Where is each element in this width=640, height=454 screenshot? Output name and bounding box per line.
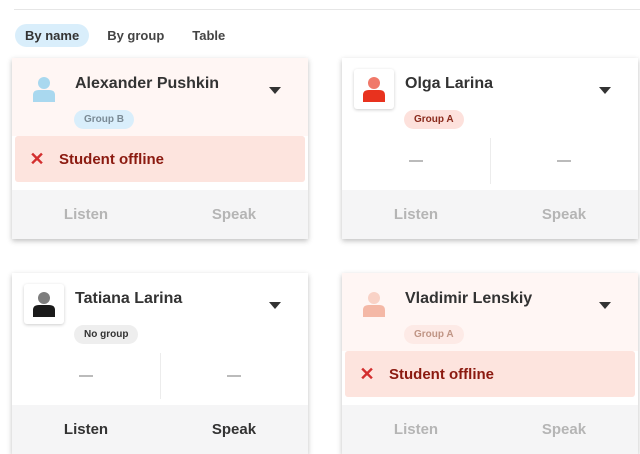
speak-button[interactable]: Speak — [490, 405, 638, 454]
chevron-down-icon[interactable] — [269, 87, 281, 94]
student-name: Olga Larina — [405, 75, 494, 92]
tab-by-name[interactable]: By name — [15, 24, 90, 47]
group-badge: Group B — [74, 110, 134, 129]
offline-status-text: Student offline — [59, 150, 164, 168]
student-card-header: Vladimir Lenskiy Group A — [342, 273, 638, 351]
group-badge: No group — [74, 325, 139, 344]
listen-level — [342, 138, 490, 184]
group-badge: Group A — [404, 325, 464, 344]
student-avatar-icon — [354, 69, 394, 109]
student-card-header: Olga Larina Group A — [342, 58, 638, 136]
card-actions: Listen Speak — [12, 190, 308, 239]
close-icon: ✕ — [359, 363, 375, 384]
speak-button[interactable]: Speak — [160, 190, 308, 239]
student-avatar-icon — [354, 284, 394, 324]
close-icon: ✕ — [29, 148, 45, 169]
listen-button[interactable]: Listen — [12, 190, 160, 239]
listen-button[interactable]: Listen — [342, 405, 490, 454]
speak-button[interactable]: Speak — [160, 405, 308, 454]
card-actions: Listen Speak — [12, 405, 308, 454]
listen-button[interactable]: Listen — [12, 405, 160, 454]
offline-banner: ✕ Student offline — [15, 136, 305, 182]
tab-table[interactable]: Table — [182, 24, 235, 47]
group-badge: Group A — [404, 110, 464, 129]
student-avatar-icon — [24, 284, 64, 324]
student-card-vladimir-lenskiy: Vladimir Lenskiy Group A ✕ Student offli… — [342, 273, 638, 454]
card-actions: Listen Speak — [342, 190, 638, 239]
top-divider — [14, 9, 640, 10]
offline-status-text: Student offline — [389, 365, 494, 383]
student-card-tatiana-larina: Tatiana Larina No group Listen Speak — [12, 273, 308, 454]
audio-levels — [12, 353, 308, 399]
speak-level — [159, 353, 309, 399]
speak-level — [489, 138, 639, 184]
student-card-header: Alexander Pushkin Group B — [12, 58, 308, 136]
level-dash — [78, 375, 93, 377]
listen-button[interactable]: Listen — [342, 190, 490, 239]
student-card-alexander-pushkin: Alexander Pushkin Group B ✕ Student offl… — [12, 58, 308, 239]
student-avatar-icon — [24, 69, 64, 109]
speak-button[interactable]: Speak — [490, 190, 638, 239]
offline-banner: ✕ Student offline — [345, 351, 635, 397]
level-dash — [557, 160, 572, 162]
tab-by-group[interactable]: By group — [97, 24, 174, 47]
chevron-down-icon[interactable] — [599, 87, 611, 94]
student-name: Alexander Pushkin — [75, 75, 220, 92]
chevron-down-icon[interactable] — [599, 302, 611, 309]
audio-levels — [342, 138, 638, 184]
listen-level — [12, 353, 160, 399]
student-name: Tatiana Larina — [75, 290, 183, 307]
student-name: Vladimir Lenskiy — [405, 290, 533, 307]
card-actions: Listen Speak — [342, 405, 638, 454]
student-card-olga-larina: Olga Larina Group A Listen Speak — [342, 58, 638, 239]
chevron-down-icon[interactable] — [269, 302, 281, 309]
level-dash — [408, 160, 423, 162]
view-tabs: By name By group Table — [15, 24, 243, 47]
level-dash — [227, 375, 242, 377]
student-card-header: Tatiana Larina No group — [12, 273, 308, 351]
